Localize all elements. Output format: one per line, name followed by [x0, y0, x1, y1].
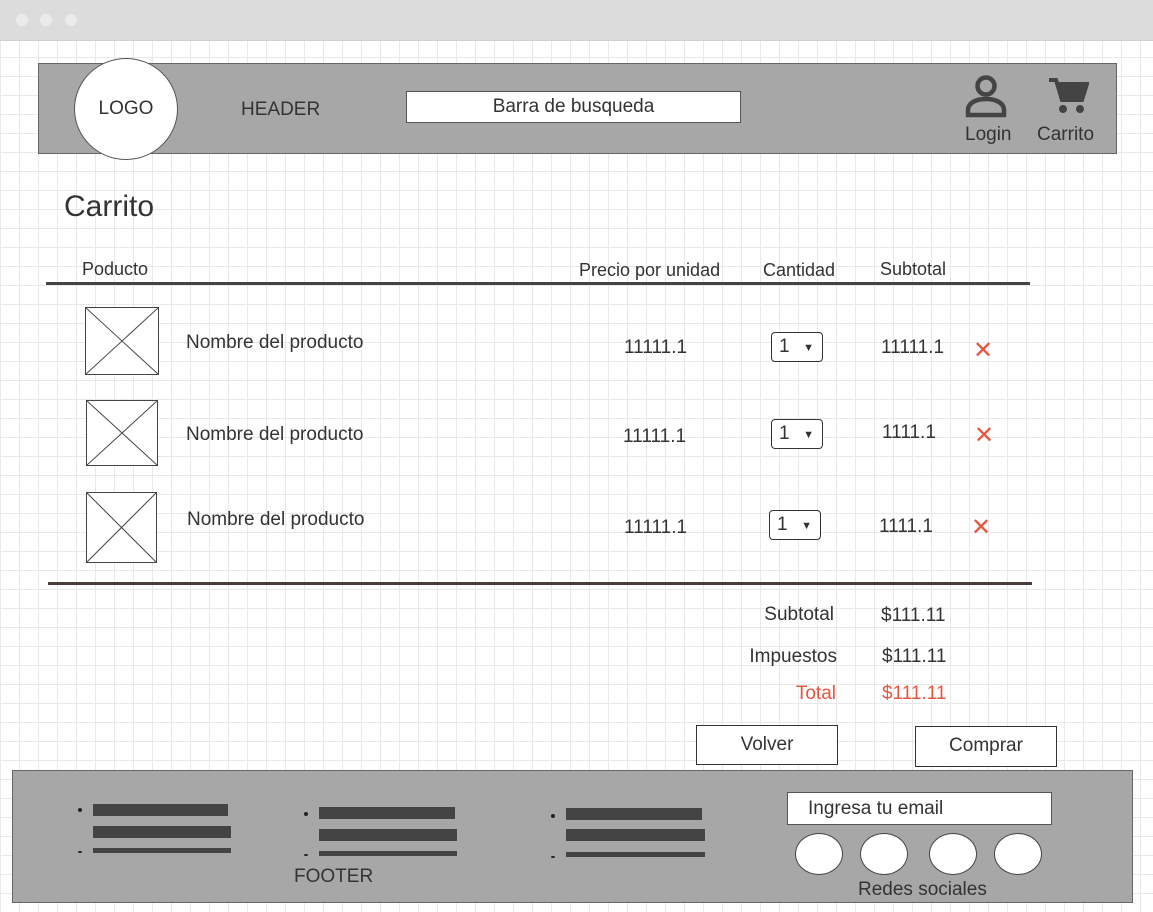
login-label[interactable]: Login [965, 124, 1012, 146]
unit-price: 11111.1 [624, 517, 688, 538]
product-image-placeholder [85, 307, 159, 375]
column-header-quantity: Cantidad [763, 260, 836, 280]
footer-list-bullet [304, 854, 308, 856]
footer-link-placeholder[interactable] [319, 829, 457, 841]
footer-link-placeholder[interactable] [566, 852, 705, 857]
footer-list-bullet [551, 814, 555, 818]
back-button[interactable]: Volver [696, 725, 838, 765]
quantity-select[interactable]: 1 ▼ [771, 419, 823, 449]
table-bottom-divider [48, 582, 1032, 585]
window-maximize-dot[interactable] [65, 14, 77, 26]
table-header-divider [46, 282, 1030, 285]
window-close-dot[interactable] [16, 14, 28, 26]
footer-link-placeholder[interactable] [566, 808, 702, 820]
summary-total-value: $111.11 [882, 683, 947, 704]
social-icon[interactable] [929, 833, 977, 875]
window-minimize-dot[interactable] [40, 14, 52, 26]
product-name[interactable]: Nombre del producto [186, 424, 363, 446]
footer-list-bullet [78, 808, 82, 812]
user-icon[interactable] [964, 75, 1008, 119]
social-label: Redes sociales [858, 879, 987, 900]
product-name[interactable]: Nombre del producto [187, 509, 364, 531]
quantity-select[interactable]: 1 ▼ [771, 332, 823, 362]
footer-link-placeholder[interactable] [566, 829, 705, 841]
cart-label[interactable]: Carrito [1037, 124, 1094, 146]
dropdown-caret-icon: ▼ [803, 429, 814, 441]
footer-list-bullet [551, 856, 555, 858]
remove-item-icon[interactable]: ✕ [971, 516, 991, 540]
row-subtotal: 1111.1 [879, 516, 933, 537]
product-image-placeholder [86, 400, 158, 466]
footer-link-placeholder[interactable] [93, 804, 228, 816]
dropdown-caret-icon: ▼ [801, 520, 812, 532]
page-title: Carrito [64, 190, 155, 223]
footer-link-placeholder[interactable] [93, 826, 231, 838]
header-label: HEADER [241, 99, 321, 120]
footer-link-placeholder[interactable] [319, 851, 457, 856]
social-icon[interactable] [994, 833, 1042, 875]
remove-item-icon[interactable]: ✕ [973, 339, 993, 363]
column-header-product: Poducto [82, 259, 149, 279]
logo-text: LOGO [98, 98, 154, 119]
search-input[interactable]: Barra de busqueda [406, 91, 741, 123]
product-image-placeholder [86, 492, 157, 563]
row-subtotal: 11111.1 [881, 337, 945, 358]
cart-icon[interactable] [1047, 76, 1090, 116]
footer-label: FOOTER [294, 866, 374, 887]
summary-tax-value: $111.11 [882, 646, 947, 667]
product-name[interactable]: Nombre del producto [186, 332, 363, 354]
column-header-unit-price: Precio por unidad [579, 260, 721, 280]
unit-price: 11111.1 [624, 337, 688, 358]
footer-list-bullet [304, 812, 308, 816]
logo[interactable]: LOGO [74, 58, 178, 160]
row-subtotal: 1111.1 [882, 422, 936, 443]
buy-button[interactable]: Comprar [915, 726, 1057, 767]
summary-tax-label: Impuestos [749, 646, 837, 667]
summary-subtotal-label: Subtotal [764, 604, 834, 625]
column-header-subtotal: Subtotal [880, 259, 947, 279]
quantity-select[interactable]: 1 ▼ [769, 510, 821, 540]
social-icon[interactable] [795, 833, 843, 875]
remove-item-icon[interactable]: ✕ [974, 424, 994, 448]
summary-subtotal-value: $111.11 [881, 605, 946, 626]
unit-price: 11111.1 [623, 426, 687, 447]
quantity-value: 1 [777, 514, 788, 535]
window-titlebar [0, 0, 1153, 41]
social-icon[interactable] [860, 833, 908, 875]
dropdown-caret-icon: ▼ [803, 342, 814, 354]
quantity-value: 1 [779, 336, 790, 357]
footer-link-placeholder[interactable] [319, 807, 455, 819]
footer-link-placeholder[interactable] [93, 848, 231, 853]
email-field[interactable]: Ingresa tu email [787, 792, 1052, 825]
summary-total-label: Total [795, 683, 836, 704]
footer-list-bullet [78, 851, 82, 853]
quantity-value: 1 [779, 423, 790, 444]
